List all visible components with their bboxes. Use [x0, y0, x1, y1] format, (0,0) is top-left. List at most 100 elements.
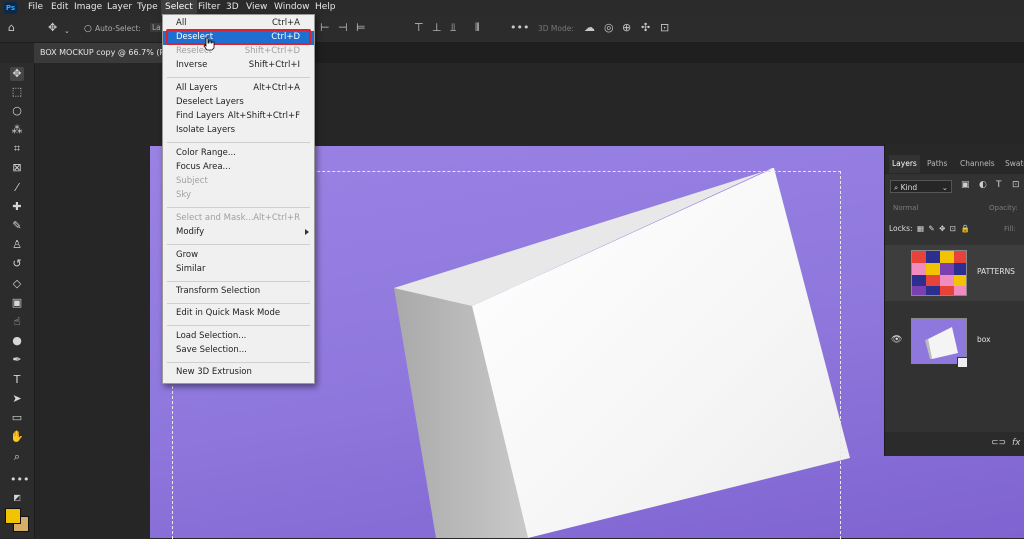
edit-toolbar-icon[interactable]: •••: [10, 473, 29, 487]
menu-layer[interactable]: Layer: [103, 0, 136, 16]
fx-icon[interactable]: fx: [1012, 438, 1021, 448]
menu-item-label: Color Range...: [176, 148, 236, 158]
drag-3d-icon[interactable]: ⊕: [622, 22, 631, 34]
menu-item-all-layers[interactable]: All Layers Alt+Ctrl+A: [163, 82, 314, 96]
gradient-tool-icon[interactable]: ▣: [10, 296, 24, 310]
menu-type[interactable]: Type: [133, 0, 162, 16]
type-tool-icon[interactable]: T: [10, 373, 24, 387]
distribute-icon[interactable]: ⫴: [475, 22, 480, 34]
align-center-icon[interactable]: ⊣: [338, 22, 348, 34]
opacity-label: Opacity:: [989, 204, 1018, 212]
blend-mode-dropdown[interactable]: Normal: [893, 204, 918, 212]
align-top-icon[interactable]: ⊤: [414, 22, 424, 34]
menu-item-color-range[interactable]: Color Range...: [163, 147, 314, 161]
menu-separator: [167, 142, 310, 143]
tab-swatches[interactable]: Swatc: [1002, 155, 1024, 173]
menu-item-focus-area[interactable]: Focus Area...: [163, 161, 314, 175]
menu-item-load-selection[interactable]: Load Selection...: [163, 330, 314, 344]
highlight-outline: [166, 29, 311, 45]
submenu-arrow-icon: [305, 229, 309, 235]
menu-help[interactable]: Help: [311, 0, 340, 16]
frame-tool-icon[interactable]: ⊠: [10, 161, 24, 175]
home-icon[interactable]: ⌂: [8, 22, 15, 34]
eyedropper-tool-icon[interactable]: ⁄: [10, 181, 24, 195]
menu-item-isolate-layers[interactable]: Isolate Layers: [163, 124, 314, 138]
marquee-tool-icon[interactable]: ⬚: [10, 85, 24, 99]
menu-item-label: All Layers: [176, 83, 218, 93]
layer-name-patterns[interactable]: PATTERNS: [977, 267, 1015, 276]
menu-item-label: New 3D Extrusion: [176, 367, 252, 377]
menu-item-deselect-layers[interactable]: Deselect Layers: [163, 96, 314, 110]
menu-image[interactable]: Image: [70, 0, 106, 16]
layer-row-box[interactable]: 👁 box: [885, 313, 1024, 369]
filter-adjustment-icon[interactable]: ◐: [979, 180, 987, 190]
lock-artboard-icon[interactable]: ⊡: [950, 224, 956, 233]
history-brush-tool-icon[interactable]: ↺: [10, 257, 24, 271]
move-tool-icon[interactable]: ✥: [10, 67, 24, 81]
tab-layers[interactable]: Layers: [889, 155, 920, 173]
menu-item-grow[interactable]: Grow: [163, 249, 314, 263]
foreground-color-swatch[interactable]: [5, 508, 21, 524]
eraser-tool-icon[interactable]: ◇: [10, 277, 24, 291]
orbit-3d-icon[interactable]: ☁: [584, 22, 595, 34]
menu-file[interactable]: File: [24, 0, 47, 16]
menu-item-label: Save Selection...: [176, 345, 247, 355]
fill-label: Fill:: [1004, 225, 1016, 233]
layer-row-patterns[interactable]: PATTERNS: [885, 245, 1024, 301]
lock-all-icon[interactable]: 🔒: [960, 224, 969, 233]
chevron-down-icon[interactable]: ⌄: [64, 25, 70, 37]
visibility-eye-icon[interactable]: 👁: [891, 335, 902, 345]
dodge-tool-icon[interactable]: ●: [10, 334, 24, 348]
menu-item-new-3d-extrusion[interactable]: New 3D Extrusion: [163, 366, 314, 380]
menu-item-save-selection[interactable]: Save Selection...: [163, 344, 314, 358]
rectangle-tool-icon[interactable]: ▭: [10, 411, 24, 425]
lasso-tool-icon[interactable]: ○: [10, 104, 24, 118]
menu-item-similar[interactable]: Similar: [163, 263, 314, 277]
lock-position-icon[interactable]: ✥: [939, 224, 945, 233]
hand-tool-icon[interactable]: ✋: [10, 430, 24, 444]
lock-transparent-icon[interactable]: ▦: [917, 224, 924, 233]
stamp-tool-icon[interactable]: ♙: [10, 238, 24, 252]
tab-channels[interactable]: Channels: [957, 155, 998, 173]
brush-tool-icon[interactable]: ✎: [10, 219, 24, 233]
locks-row: Locks: ▦ ✎ ✥ ⊡ 🔒: [889, 224, 970, 233]
3d-mode-label: 3D Mode:: [538, 24, 574, 33]
menu-item-find-layers[interactable]: Find Layers Alt+Shift+Ctrl+F: [163, 110, 314, 124]
slide-3d-icon[interactable]: ✣: [641, 22, 650, 34]
crop-tool-icon[interactable]: ⌗: [10, 142, 24, 156]
checkbox-icon[interactable]: ○: [84, 23, 92, 35]
camera-3d-icon[interactable]: ⊡: [660, 22, 669, 34]
filter-type-icon[interactable]: T: [996, 180, 1002, 190]
document-tab[interactable]: BOX MOCKUP copy @ 66.7% (P: [34, 43, 171, 63]
move-tool-icon[interactable]: ✥: [48, 22, 57, 34]
menu-item-inverse[interactable]: Inverse Shift+Ctrl+I: [163, 59, 314, 73]
pen-tool-icon[interactable]: ✒: [10, 353, 24, 367]
menu-item-label: Inverse: [176, 60, 208, 70]
magic-wand-tool-icon[interactable]: ⁂: [10, 123, 24, 137]
lock-paint-icon[interactable]: ✎: [928, 224, 934, 233]
zoom-tool-icon[interactable]: ⌕: [10, 450, 24, 464]
healing-brush-tool-icon[interactable]: ✚: [10, 200, 24, 214]
path-selection-tool-icon[interactable]: ➤: [10, 392, 24, 406]
photoshop-logo-icon: Ps: [4, 2, 17, 14]
default-colors-icon[interactable]: ◩: [10, 491, 24, 505]
filter-shape-icon[interactable]: ⊡: [1012, 180, 1020, 190]
menu-item-modify[interactable]: Modify: [163, 226, 314, 240]
link-layers-icon[interactable]: ⊂⊃: [991, 438, 1006, 448]
menu-item-quick-mask[interactable]: Edit in Quick Mask Mode: [163, 307, 314, 321]
layer-name-box[interactable]: box: [977, 335, 991, 344]
filter-pixel-icon[interactable]: ▣: [961, 180, 970, 190]
menu-item-transform-selection[interactable]: Transform Selection: [163, 285, 314, 299]
align-middle-icon[interactable]: ⊥: [432, 22, 442, 34]
smudge-tool-icon[interactable]: ☝: [10, 315, 24, 329]
align-bottom-icon[interactable]: ⫫: [450, 22, 456, 34]
menu-item-label: Transform Selection: [176, 286, 261, 296]
align-right-icon[interactable]: ⊨: [356, 22, 366, 34]
align-left-icon[interactable]: ⊢: [320, 22, 330, 34]
tab-paths[interactable]: Paths: [924, 155, 950, 173]
roll-3d-icon[interactable]: ◎: [604, 22, 614, 34]
auto-select-dropdown[interactable]: La: [150, 23, 163, 32]
menu-edit[interactable]: Edit: [47, 0, 72, 16]
more-options-icon[interactable]: •••: [510, 22, 529, 34]
kind-filter-dropdown[interactable]: ⌕ Kind ⌄: [890, 180, 952, 193]
